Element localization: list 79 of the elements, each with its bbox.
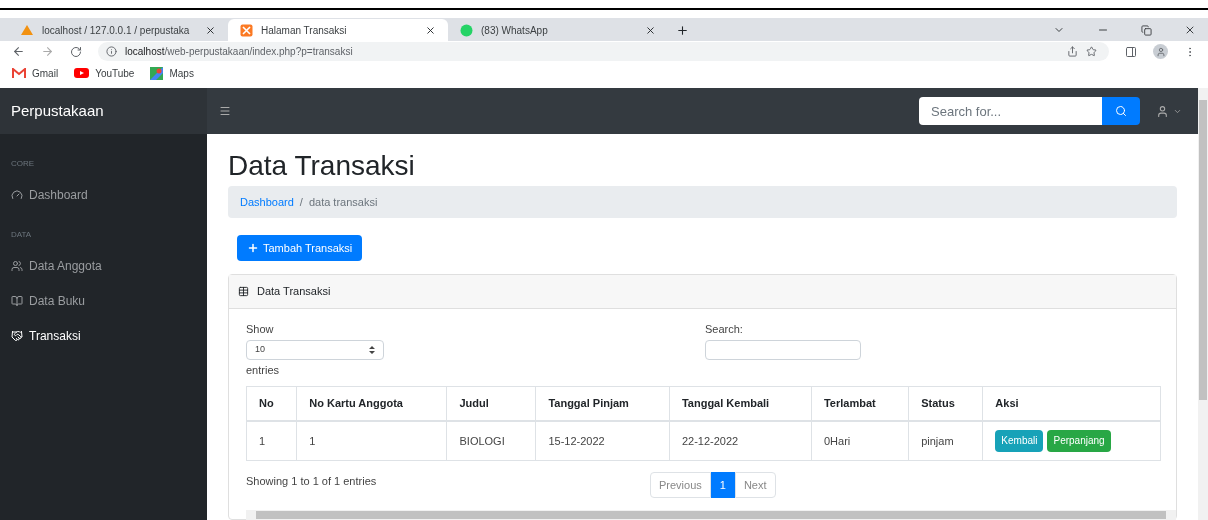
table-cell: 1: [246, 420, 297, 461]
close-icon[interactable]: [1184, 24, 1196, 36]
url-text: localhost/web-perpustakaan/index.php?p=transaksi: [125, 45, 353, 59]
column-header: Judul: [447, 386, 536, 421]
page-button[interactable]: 1: [710, 472, 735, 498]
forward-icon[interactable]: [41, 45, 54, 58]
breadcrumb-current: data transaksi: [308, 194, 378, 210]
tab-title: localhost / 127.0.0.1 / perpustaka: [42, 23, 191, 38]
bookmark-link[interactable]: YouTube: [74, 65, 135, 81]
user-icon: [1155, 46, 1166, 57]
column-header: Aksi: [982, 386, 1161, 421]
back-icon[interactable]: [12, 45, 25, 58]
play-icon: [74, 68, 90, 78]
mail-icon: [12, 68, 26, 78]
column-header: Terlambat: [811, 386, 909, 421]
sidebar-item[interactable]: Dashboard: [11, 186, 196, 204]
sidebar-heading: CORE: [11, 158, 36, 170]
share-icon[interactable]: [1067, 46, 1078, 57]
close-icon[interactable]: [645, 24, 656, 36]
restore-icon[interactable]: [1141, 24, 1152, 36]
user-dropdown[interactable]: [1156, 104, 1182, 118]
table-cell: 22-12-2022: [669, 420, 812, 461]
reload-icon[interactable]: [70, 45, 82, 58]
vertical-scrollbar[interactable]: [1198, 88, 1208, 520]
sort-arrows-icon: [369, 345, 375, 354]
tab-title: (83) WhatsApp: [481, 23, 549, 38]
table-cell: 1: [296, 420, 447, 461]
bookmark-link[interactable]: Gmail: [12, 65, 59, 81]
browser-tab[interactable]: Halaman Transaksi: [228, 19, 448, 41]
column-header: No: [246, 386, 297, 421]
users-icon: [11, 260, 23, 272]
table-cell: pinjam: [908, 420, 983, 461]
sidebar-item[interactable]: Data Buku: [11, 292, 196, 310]
card-title: Data Transaksi: [257, 284, 331, 300]
tab-title: Halaman Transaksi: [261, 23, 348, 38]
menu-icon[interactable]: [219, 105, 231, 117]
handshake-icon: [11, 330, 23, 342]
column-header: No Kartu Anggota: [296, 386, 447, 421]
side-panel-icon[interactable]: [1125, 45, 1137, 58]
page-title: Data Transaksi: [228, 149, 416, 183]
table-cell: 0Hari: [811, 420, 909, 461]
entries-select[interactable]: 10: [246, 339, 384, 360]
table-cell: BIOLOGI: [447, 420, 536, 461]
page-button[interactable]: Next: [734, 472, 776, 498]
xampp-icon: [240, 23, 253, 37]
close-icon[interactable]: [205, 24, 216, 36]
plus-icon: [247, 242, 259, 254]
chat-icon: [460, 23, 473, 37]
page-button[interactable]: Previous: [650, 472, 711, 498]
gauge-icon: [11, 189, 23, 201]
bookmark-link[interactable]: Maps: [150, 65, 194, 81]
info-icon: [106, 46, 117, 57]
add-transaction-button[interactable]: Tambah Transaksi: [237, 235, 363, 261]
address-bar[interactable]: localhost/web-perpustakaan/index.php?p=transaksi: [98, 42, 1109, 61]
sidebar-item[interactable]: Transaksi: [11, 327, 196, 345]
sidebar-item[interactable]: Data Anggota: [11, 257, 196, 275]
user-icon: [1156, 104, 1169, 118]
book-icon: [11, 295, 23, 307]
column-header: Tanggal Kembali: [669, 386, 812, 421]
close-icon[interactable]: [425, 24, 436, 36]
table-cell: 15-12-2022: [535, 420, 670, 461]
breadcrumb-separator: /: [299, 194, 303, 210]
search-button[interactable]: [1102, 97, 1140, 125]
show-label: Show: [246, 322, 275, 337]
entries-label: entries: [246, 362, 281, 378]
entries-info: Showing 1 to 1 of 1 entries: [246, 474, 378, 489]
search-label: Search:: [705, 322, 744, 337]
avatar-icon[interactable]: [1153, 44, 1168, 59]
table-icon: [238, 286, 249, 297]
search-field[interactable]: Search for...: [919, 97, 1102, 125]
table-search-field[interactable]: [705, 339, 861, 360]
search-icon: [1115, 105, 1127, 117]
horizontal-scrollbar[interactable]: [246, 510, 1176, 520]
star-icon[interactable]: [1086, 46, 1097, 57]
new-tab-icon[interactable]: [676, 24, 689, 37]
column-header: Status: [908, 386, 983, 421]
column-header: Tanggal Pinjam: [535, 386, 670, 421]
map-icon: [150, 66, 164, 80]
sidebar-heading: DATA: [11, 229, 33, 241]
